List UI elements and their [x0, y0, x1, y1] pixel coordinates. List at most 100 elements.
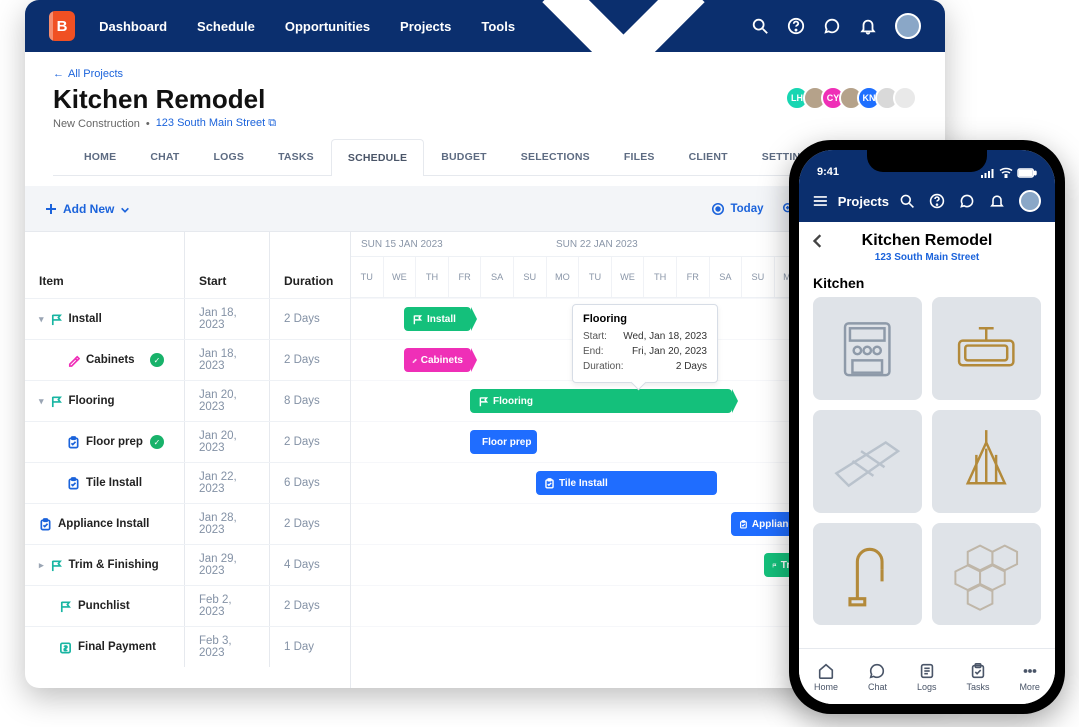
tab-tasks[interactable]: TASKS [261, 138, 331, 175]
chat-icon[interactable] [959, 193, 975, 209]
duration: 4 Days [270, 545, 350, 585]
start-date: Jan 29, 2023 [185, 545, 270, 585]
table-row[interactable]: ▸ Trim & Finishing Jan 29, 20234 Days [25, 544, 350, 585]
tab-client[interactable]: CLIENT [672, 138, 745, 175]
search-icon[interactable] [751, 17, 769, 35]
tab-budget[interactable]: BUDGET [424, 138, 504, 175]
flag-icon [59, 600, 72, 613]
chevron-down-icon[interactable]: ▾ [39, 314, 44, 325]
phone-page-header: Kitchen Remodel 123 South Main Street [799, 222, 1055, 269]
gantt-bar[interactable]: Flooring [470, 389, 732, 413]
selection-grid [799, 297, 1055, 685]
start-date: Jan 18, 2023 [185, 340, 270, 380]
gantt-bar[interactable]: Cabinets [404, 348, 471, 372]
chat-icon[interactable] [823, 17, 841, 35]
brand-logo[interactable]: B [49, 11, 75, 41]
flag-icon [50, 559, 63, 572]
start-date: Jan 28, 2023 [185, 504, 270, 544]
back-icon[interactable] [811, 234, 825, 248]
start-date: Jan 20, 2023 [185, 381, 270, 421]
avatar-g3[interactable] [893, 86, 917, 110]
member-avatars[interactable]: LH CY KN [791, 86, 917, 110]
status-time: 9:41 [817, 166, 839, 178]
week1-label: SUN 15 JAN 2023 [351, 232, 546, 256]
project-address-link[interactable]: 123 South Main Street ⧉ [156, 117, 276, 130]
btab-more[interactable]: More [1019, 662, 1040, 692]
item-label: Install [69, 313, 102, 325]
phone-project-address[interactable]: 123 South Main Street [813, 252, 1041, 263]
search-icon[interactable] [899, 193, 915, 209]
table-row[interactable]: ▾FlooringJan 20, 20238 Days [25, 380, 350, 421]
menu-icon[interactable] [813, 194, 828, 208]
phone-section-title: Kitchen [799, 269, 1055, 297]
bar-label: Tile Install [559, 478, 608, 489]
gantt-bar[interactable]: Install [404, 307, 471, 331]
selection-tile-countertop[interactable] [813, 410, 922, 513]
arrow-left-icon: ← [53, 68, 64, 80]
table-row[interactable]: Appliance InstallJan 28, 20232 Days [25, 503, 350, 544]
project-type: New Construction [53, 118, 140, 130]
phone-bottom-nav: Home Chat Logs Tasks More [799, 648, 1055, 704]
duration: 2 Days [270, 586, 350, 626]
tab-logs[interactable]: LOGS [197, 138, 262, 175]
check-icon: ✓ [150, 353, 164, 367]
external-icon: ⧉ [268, 117, 276, 129]
start-date: Feb 3, 2023 [185, 627, 270, 667]
project-tabs: HOME CHAT LOGS TASKS SCHEDULE BUDGET SEL… [53, 138, 917, 176]
phone-topnav: Projects [799, 180, 1055, 222]
gantt-bar[interactable]: Floor prep [470, 430, 537, 454]
selection-tile-hextile[interactable] [932, 523, 1041, 626]
day-label: SU [514, 257, 547, 297]
bar-label: Cabinets [421, 355, 463, 366]
day-label: WE [612, 257, 645, 297]
selection-tile-range[interactable] [813, 297, 922, 400]
bar-label: Floor prep [482, 437, 531, 448]
duration: 2 Days [270, 422, 350, 462]
tab-chat[interactable]: CHAT [133, 138, 196, 175]
bell-icon[interactable] [989, 193, 1005, 209]
phone-user-avatar[interactable] [1019, 190, 1041, 212]
btab-chat[interactable]: Chat [868, 662, 887, 692]
item-label: Floor prep [86, 436, 143, 448]
start-date: Feb 2, 2023 [185, 586, 270, 626]
plus-icon [45, 203, 57, 215]
item-label: Trim & Finishing [69, 559, 159, 571]
tab-schedule[interactable]: SCHEDULE [331, 139, 424, 176]
add-new-button[interactable]: Add New [45, 202, 130, 216]
tab-selections[interactable]: SELECTIONS [504, 138, 607, 175]
table-row[interactable]: Tile InstallJan 22, 20236 Days [25, 462, 350, 503]
help-icon[interactable] [929, 193, 945, 209]
table-row[interactable]: PunchlistFeb 2, 20232 Days [25, 585, 350, 626]
bullet: • [146, 118, 150, 130]
gantt-left-columns: Item Start Duration ▾InstallJan 18, 2023… [25, 232, 351, 688]
table-row[interactable]: Final PaymentFeb 3, 20231 Day [25, 626, 350, 667]
item-label: Flooring [69, 395, 115, 407]
tab-home[interactable]: HOME [67, 138, 133, 175]
task-icon [544, 478, 555, 489]
btab-home[interactable]: Home [814, 662, 838, 692]
selection-tile-faucet[interactable] [813, 523, 922, 626]
table-row[interactable]: Floor prep✓Jan 20, 20232 Days [25, 421, 350, 462]
tab-files[interactable]: FILES [607, 138, 672, 175]
gantt-bar[interactable]: Tile Install [536, 471, 717, 495]
selection-tile-pendant[interactable] [932, 410, 1041, 513]
table-row[interactable]: ▾InstallJan 18, 20232 Days [25, 298, 350, 339]
user-avatar[interactable] [895, 13, 921, 39]
duration: 2 Days [270, 504, 350, 544]
duration: 2 Days [270, 340, 350, 380]
btab-logs[interactable]: Logs [917, 662, 937, 692]
day-label: TU [579, 257, 612, 297]
today-button[interactable]: Today [711, 202, 763, 216]
task-icon [67, 436, 80, 449]
table-row[interactable]: Cabinets✓Jan 18, 20232 Days [25, 339, 350, 380]
help-icon[interactable] [787, 17, 805, 35]
selection-tile-sink[interactable] [932, 297, 1041, 400]
back-link[interactable]: ← All Projects [53, 68, 917, 80]
btab-tasks[interactable]: Tasks [966, 662, 989, 692]
bar-label: Flooring [493, 396, 533, 407]
phone-device: 9:41 Projects Kitchen Remodel 123 South … [789, 140, 1065, 714]
bell-icon[interactable] [859, 17, 877, 35]
chevron-down-icon[interactable]: ▾ [39, 396, 44, 407]
task-icon [39, 518, 52, 531]
chevron-right-icon[interactable]: ▸ [39, 560, 44, 571]
